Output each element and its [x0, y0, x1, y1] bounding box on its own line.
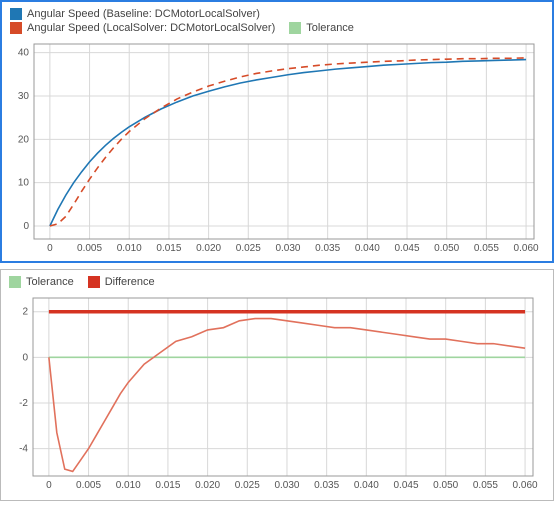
svg-text:0: 0 — [46, 480, 52, 491]
legend-item-baseline[interactable]: Angular Speed (Baseline: DCMotorLocalSol… — [10, 8, 260, 20]
svg-text:-2: -2 — [19, 398, 28, 409]
legend-label: Tolerance — [306, 22, 354, 34]
svg-text:0.055: 0.055 — [474, 243, 499, 254]
svg-text:0.030: 0.030 — [274, 480, 299, 491]
svg-text:-4: -4 — [19, 444, 28, 455]
svg-text:0.045: 0.045 — [395, 243, 420, 254]
svg-text:0: 0 — [23, 221, 29, 232]
svg-text:0: 0 — [22, 352, 28, 363]
top-legend: Angular Speed (Baseline: DCMotorLocalSol… — [2, 2, 552, 34]
svg-text:40: 40 — [18, 48, 30, 59]
svg-text:0.020: 0.020 — [196, 243, 221, 254]
legend-item-tolerance[interactable]: Tolerance — [9, 276, 74, 288]
svg-text:0.060: 0.060 — [514, 243, 539, 254]
svg-text:0.010: 0.010 — [116, 480, 141, 491]
svg-text:20: 20 — [18, 134, 30, 145]
svg-text:0.050: 0.050 — [433, 480, 458, 491]
legend-swatch — [9, 276, 21, 288]
svg-text:0.050: 0.050 — [434, 243, 459, 254]
svg-text:0.005: 0.005 — [77, 243, 102, 254]
svg-text:30: 30 — [18, 91, 30, 102]
legend-label: Difference — [105, 276, 155, 288]
svg-text:0.010: 0.010 — [117, 243, 142, 254]
svg-text:0.030: 0.030 — [275, 243, 300, 254]
legend-label: Angular Speed (LocalSolver: DCMotorLocal… — [27, 22, 275, 34]
svg-text:0.060: 0.060 — [513, 480, 538, 491]
svg-text:0.025: 0.025 — [235, 480, 260, 491]
svg-text:0.045: 0.045 — [394, 480, 419, 491]
svg-text:0.025: 0.025 — [236, 243, 261, 254]
svg-text:0: 0 — [47, 243, 53, 254]
legend-swatch — [10, 8, 22, 20]
svg-text:0.015: 0.015 — [155, 480, 180, 491]
svg-text:0.035: 0.035 — [315, 243, 340, 254]
legend-label: Tolerance — [26, 276, 74, 288]
svg-text:10: 10 — [18, 178, 30, 189]
svg-text:0.035: 0.035 — [314, 480, 339, 491]
legend-item-difference[interactable]: Difference — [88, 276, 155, 288]
svg-text:0.055: 0.055 — [473, 480, 498, 491]
top-chart-panel[interactable]: Angular Speed (Baseline: DCMotorLocalSol… — [0, 0, 554, 263]
svg-text:2: 2 — [22, 307, 28, 318]
svg-text:0.020: 0.020 — [195, 480, 220, 491]
legend-label: Angular Speed (Baseline: DCMotorLocalSol… — [27, 8, 260, 20]
bottom-plot[interactable]: 0 0.005 0.010 0.015 0.020 0.025 0.030 0.035 0.04… — [1, 290, 553, 500]
bottom-legend: Tolerance Difference — [1, 270, 553, 288]
legend-swatch — [10, 22, 22, 34]
legend-item-tolerance[interactable]: Tolerance — [289, 22, 354, 34]
svg-text:0.040: 0.040 — [354, 480, 379, 491]
svg-text:0.015: 0.015 — [156, 243, 181, 254]
svg-text:0.040: 0.040 — [355, 243, 380, 254]
legend-swatch — [289, 22, 301, 34]
legend-swatch — [88, 276, 100, 288]
top-plot[interactable]: 0 0.005 0.010 0.015 0.020 0.025 0.030 0.035 0.04… — [2, 36, 552, 261]
legend-item-localsolver[interactable]: Angular Speed (LocalSolver: DCMotorLocal… — [10, 22, 275, 34]
svg-text:0.005: 0.005 — [76, 480, 101, 491]
bottom-chart-panel[interactable]: Tolerance Difference 0 0.005 0.010 0.015 0.0… — [0, 269, 554, 501]
